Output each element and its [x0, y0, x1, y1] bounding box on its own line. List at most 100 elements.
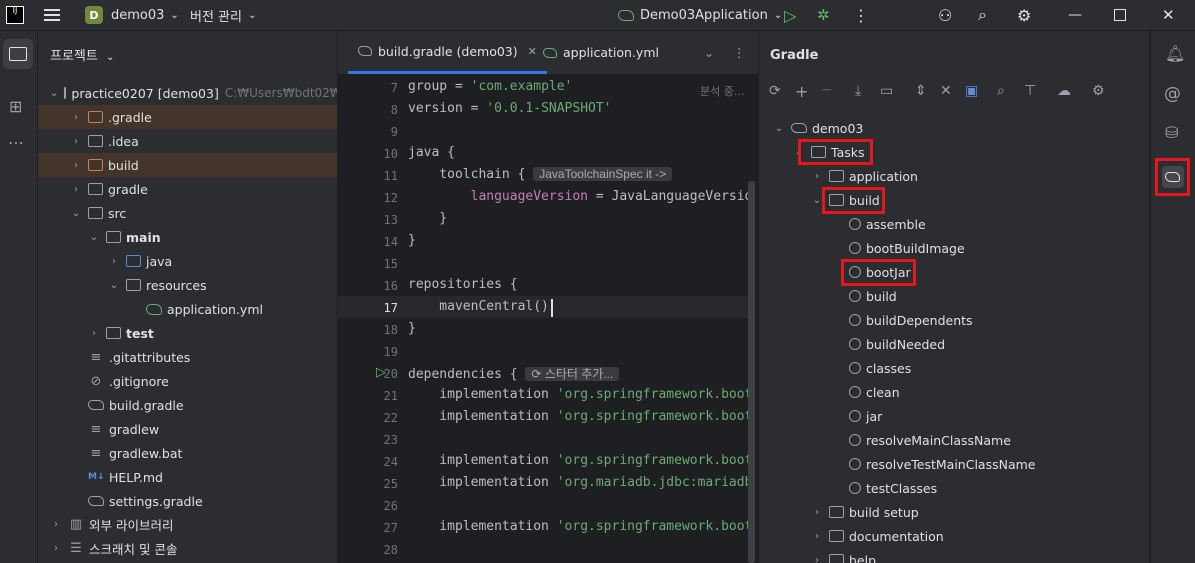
gradle-task[interactable]: bootBuildImage: [849, 236, 965, 260]
execute-task-icon[interactable]: ▭: [880, 83, 893, 99]
run-icon[interactable]: ▷: [784, 0, 796, 30]
collapse-all-icon[interactable]: ✕: [940, 83, 952, 99]
tree-item[interactable]: application.yml: [38, 297, 337, 321]
offline-cloud-icon[interactable]: ☁: [1057, 83, 1071, 99]
gradle-task[interactable]: jar: [849, 404, 882, 428]
run-config-selector[interactable]: Demo03Application ⌄: [618, 0, 782, 30]
more-icon[interactable]: ⋮: [733, 31, 746, 74]
gradle-task[interactable]: resolveMainClassName: [849, 428, 1011, 452]
code-line[interactable]: mavenCentral(): [408, 299, 549, 314]
gradle-task[interactable]: clean: [849, 380, 900, 404]
tab-build-gradle[interactable]: build.gradle (demo03) ✕: [348, 31, 547, 74]
tabs-dropdown-icon[interactable]: ⌄: [704, 31, 714, 74]
tree-item[interactable]: ⌄ practice0207 [demo03] C:₩Users₩bdt02₩O…: [38, 81, 337, 105]
code-line[interactable]: implementation 'org.springframework.boot: [408, 519, 752, 534]
library-icon: ▥: [69, 517, 83, 532]
gradle-project-node[interactable]: ⌄ demo03: [773, 116, 864, 140]
close-icon[interactable]: ✕: [528, 45, 537, 58]
remove-icon[interactable]: −: [821, 82, 833, 98]
tree-item[interactable]: › ☰ 스크래치 및 콘솔: [38, 536, 337, 560]
tree-item[interactable]: ≡ gradlew: [38, 417, 337, 441]
inlay-hint-starters[interactable]: ⟳ 스타터 추가...: [525, 367, 620, 381]
settings-icon[interactable]: ⚙: [1092, 83, 1105, 99]
gradle-task-group[interactable]: › application: [811, 164, 918, 188]
code-line[interactable]: toolchain { JavaToolchainSpec it ->: [408, 167, 673, 182]
gradle-task[interactable]: classes: [849, 356, 911, 380]
code-line[interactable]: }: [408, 233, 416, 248]
notifications-icon[interactable]: 🔔︎: [1165, 44, 1185, 63]
gradle-task-group[interactable]: › build setup: [811, 500, 919, 524]
code-line[interactable]: implementation 'org.springframework.boot: [408, 409, 752, 424]
search-icon[interactable]: ⌕: [978, 0, 987, 30]
code-line[interactable]: group = 'com.example': [408, 79, 572, 94]
structure-icon[interactable]: ⊞: [9, 97, 22, 116]
gradle-task-group[interactable]: › help: [811, 548, 876, 563]
tree-item[interactable]: › ▥ 외부 라이브러리: [38, 512, 337, 536]
close-icon[interactable]: ✕: [1162, 0, 1175, 30]
tree-item[interactable]: ⌄ src: [38, 201, 337, 225]
tree-item[interactable]: ⊘ .gitignore: [38, 369, 337, 393]
more-tools-icon[interactable]: ⋯: [8, 133, 24, 152]
tree-item[interactable]: ≡ gradlew.bat: [38, 441, 337, 465]
tree-item[interactable]: M↓ HELP.md: [38, 465, 337, 489]
more-icon[interactable]: ⋮: [853, 0, 869, 30]
tree-item[interactable]: settings.gradle: [38, 489, 337, 513]
code-line[interactable]: languageVersion = JavaLanguageVersio: [408, 189, 753, 204]
code-text: implementation: [408, 453, 557, 468]
project-switcher[interactable]: D demo03 ⌄: [85, 0, 179, 30]
vcs-menu[interactable]: 버전 관리 ⌄: [190, 0, 256, 30]
code-line[interactable]: version = '0.0.1-SNAPSHOT': [408, 101, 612, 116]
tree-item[interactable]: › java: [38, 249, 337, 273]
link-project-icon[interactable]: ▣: [965, 83, 978, 99]
title-bar: IJ D demo03 ⌄ 버전 관리 ⌄ Demo03Application …: [0, 0, 1195, 31]
code-line[interactable]: java {: [408, 145, 455, 160]
tree-item[interactable]: build.gradle: [38, 393, 337, 417]
code-line[interactable]: implementation 'org.mariadb.jdbc:mariadb: [408, 475, 752, 490]
add-user-icon[interactable]: ⚇: [938, 0, 952, 30]
settings-icon[interactable]: ⚙: [1017, 0, 1031, 30]
expand-all-icon[interactable]: ⇕: [915, 83, 927, 99]
gradle-task-group[interactable]: › documentation: [811, 524, 944, 548]
tree-item[interactable]: ⌄ resources: [38, 273, 337, 297]
gradle-icon: [88, 400, 104, 410]
minimize-icon[interactable]: —: [1068, 0, 1082, 30]
editor: build.gradle (demo03) ✕ application.yml …: [338, 31, 758, 563]
code-line[interactable]: implementation 'org.springframework.boot: [408, 453, 752, 468]
gradle-task[interactable]: build: [849, 284, 897, 308]
tree-item[interactable]: ⌄ main: [38, 225, 337, 249]
debug-icon[interactable]: ✲: [817, 0, 830, 30]
tree-item[interactable]: › .idea: [38, 129, 337, 153]
gradle-task[interactable]: resolveTestMainClassName: [849, 452, 1036, 476]
gradle-tool-button[interactable]: [1155, 158, 1190, 196]
gradle-task[interactable]: testClasses: [849, 476, 937, 500]
hamburger-icon[interactable]: [44, 0, 60, 30]
download-icon[interactable]: ⤓: [855, 83, 861, 99]
tree-item[interactable]: › test: [38, 321, 337, 345]
gradle-task[interactable]: assemble: [849, 212, 926, 236]
code-line[interactable]: implementation 'org.springframework.boot: [408, 387, 752, 402]
gradle-task[interactable]: buildNeeded: [849, 332, 945, 356]
project-tool-icon[interactable]: [3, 39, 33, 69]
project-panel-header[interactable]: 프로젝트 ⌄: [50, 45, 114, 64]
ai-assistant-icon[interactable]: @: [1164, 84, 1181, 104]
reload-icon[interactable]: ⟳: [769, 83, 781, 99]
database-icon[interactable]: ⛁: [1165, 123, 1178, 142]
tab-application-yml[interactable]: application.yml: [543, 31, 659, 74]
code-line[interactable]: dependencies { ⟳ 스타터 추가...: [408, 365, 620, 382]
code-line[interactable]: repositories {: [408, 277, 518, 292]
tree-item[interactable]: › gradle: [38, 177, 337, 201]
add-icon[interactable]: +: [795, 82, 808, 101]
editor-scrollbar[interactable]: [748, 181, 755, 563]
tree-item[interactable]: › build: [38, 153, 337, 177]
code-line[interactable]: }: [408, 211, 447, 226]
gradle-task[interactable]: buildDependents: [849, 308, 973, 332]
maximize-icon[interactable]: [1114, 0, 1126, 30]
folder-icon: [829, 530, 844, 542]
run-gutter-icon[interactable]: ▷: [376, 365, 386, 380]
tree-item[interactable]: ≡ .gitattributes: [38, 345, 337, 369]
toggle-offline-icon[interactable]: ⊤: [1024, 83, 1036, 99]
code-line[interactable]: }: [408, 321, 416, 336]
analyze-icon[interactable]: ⌕: [997, 83, 1005, 99]
chevron-down-icon: ⌄: [89, 231, 99, 243]
tree-item[interactable]: › .gradle: [38, 105, 337, 129]
